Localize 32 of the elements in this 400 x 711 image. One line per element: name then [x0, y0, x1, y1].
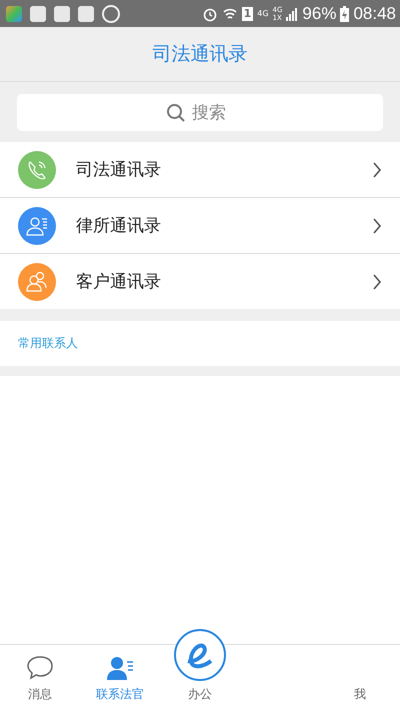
- network-label: 4G: [257, 9, 269, 18]
- chevron-right-icon: [372, 274, 382, 290]
- alarm-icon: [202, 6, 218, 22]
- chevron-right-icon: [372, 162, 382, 178]
- directory-label: 客户通讯录: [76, 271, 162, 293]
- battery-icon: [340, 6, 350, 22]
- clock: 08:48: [353, 4, 396, 24]
- app-notification-icon: [6, 6, 22, 22]
- tab[interactable]: 联系法官: [80, 645, 160, 711]
- search-field[interactable]: 搜索: [17, 94, 383, 131]
- tab[interactable]: 我: [320, 645, 400, 711]
- search-input[interactable]: 搜索: [190, 102, 234, 124]
- tab[interactable]: 消息: [0, 645, 80, 711]
- contact-icon: [106, 655, 134, 681]
- search-icon: [166, 102, 186, 122]
- section-title: 常用联系人: [18, 335, 78, 352]
- chevron-right-icon: [372, 218, 382, 234]
- page-title: 司法通讯录: [152, 42, 248, 67]
- battery-percent: 96%: [302, 4, 336, 24]
- signal-icon: [286, 6, 298, 20]
- app-notification-icon: [78, 6, 94, 22]
- directory-label: 司法通讯录: [76, 159, 162, 181]
- app-notification-icon: [30, 6, 46, 22]
- directory-item[interactable]: 客户通讯录: [0, 253, 400, 309]
- directory-label: 律所通讯录: [76, 215, 162, 237]
- directory-item[interactable]: 律所通讯录: [0, 197, 400, 253]
- chat-bubble-icon: [26, 655, 54, 681]
- app-notification-icon: [102, 4, 120, 22]
- office-icon: [174, 629, 226, 681]
- directory-item[interactable]: 司法通讯录: [0, 142, 400, 197]
- sim-label: 1: [242, 6, 254, 20]
- tab[interactable]: 办公: [160, 621, 240, 711]
